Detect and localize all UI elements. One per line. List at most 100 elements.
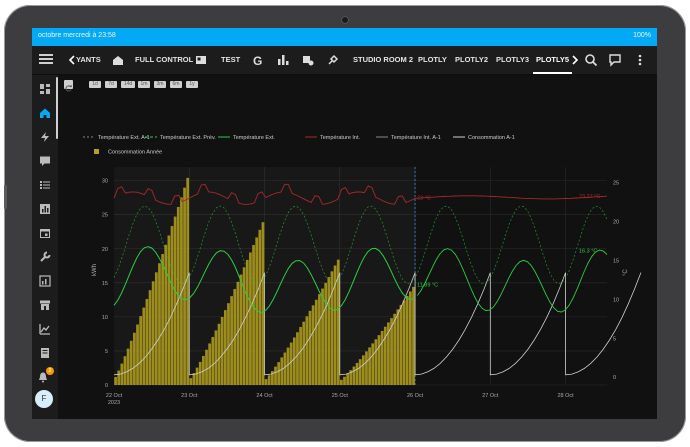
toolbar: YANTS FULL CONTROL TEST G STUDIO ROOM 2 …	[32, 46, 657, 75]
y2-tick-label: 10	[613, 297, 619, 303]
consumption-bar	[126, 348, 130, 385]
consumption-bar	[365, 351, 368, 385]
svg-text:G: G	[253, 54, 262, 66]
more-vertical-icon[interactable]	[633, 53, 647, 67]
assist-icon[interactable]	[608, 53, 622, 67]
tab-test[interactable]: TEST	[221, 46, 240, 74]
consumption-bar	[352, 366, 356, 385]
front-camera	[341, 16, 349, 24]
consumption-bar	[380, 330, 384, 385]
chevron-right-icon[interactable]	[571, 54, 579, 66]
house-icon[interactable]	[112, 54, 124, 66]
consumption-bar	[192, 373, 196, 385]
y2-tick-label: 0	[613, 375, 616, 381]
consumption-bar	[173, 216, 177, 385]
g-icon[interactable]: G	[252, 54, 264, 66]
consumption-bar	[283, 352, 287, 385]
y-tick-label: 10	[102, 315, 108, 321]
legend-swatch	[94, 149, 99, 154]
x-tick-label: 23 Oct	[181, 393, 198, 399]
satellite-icon[interactable]	[327, 54, 339, 66]
consumption-bar	[405, 295, 409, 385]
tablet-frame: octobre mercredi à 23:58 100% YANTS FULL…	[4, 5, 686, 442]
tab-full-control[interactable]: FULL CONTROL	[135, 46, 193, 74]
y-tick-label: 15	[102, 281, 108, 287]
annotation-temp-int: 23 °C	[417, 195, 431, 201]
tab-plotly3[interactable]: PLOTLY3	[496, 46, 529, 74]
consumption-bar	[393, 313, 397, 385]
lightning-icon[interactable]	[39, 131, 51, 143]
y2-axis-label: °C	[623, 269, 629, 276]
consumption-bar	[289, 342, 293, 385]
consumption-bar	[318, 294, 321, 385]
consumption-bar	[220, 317, 224, 385]
consumption-bar	[245, 259, 249, 385]
consumption-bar	[412, 286, 415, 385]
tab-plotly5[interactable]: PLOTLY5	[533, 46, 573, 74]
menu-icon[interactable]	[39, 52, 53, 66]
screen: octobre mercredi à 23:58 100% YANTS FULL…	[32, 28, 657, 419]
annotation-temp-ext-forecast: 16.3 °C	[579, 248, 597, 254]
tab-studio-room-2[interactable]: STUDIO ROOM 2	[353, 46, 413, 74]
y2-tick-label: 25	[613, 181, 619, 187]
consumption-bar	[361, 355, 365, 385]
y-axis-label: kWh	[92, 264, 98, 276]
legend-label: Consommation Année	[108, 150, 162, 156]
consumption-bar	[170, 226, 174, 385]
consumption-bar	[249, 252, 252, 385]
home-icon[interactable]	[39, 107, 51, 119]
consumption-bar	[274, 366, 277, 385]
devices-icon[interactable]	[302, 54, 314, 66]
consumption-bar	[139, 316, 143, 385]
y2-tick-label: 5	[613, 336, 616, 342]
list-icon[interactable]	[39, 179, 51, 191]
consumption-bar	[242, 267, 246, 385]
avatar[interactable]: F	[35, 390, 53, 408]
card-icon[interactable]	[195, 54, 207, 66]
consumption-bar	[330, 271, 334, 385]
consumption-bar	[189, 378, 193, 385]
consumption-bar	[227, 303, 230, 385]
search-icon[interactable]	[584, 53, 598, 67]
consumption-bar	[239, 274, 243, 385]
consumption-bar	[292, 337, 296, 385]
history-icon[interactable]	[39, 323, 51, 335]
consumption-bar	[217, 323, 221, 385]
message-icon[interactable]	[39, 155, 51, 167]
consumption-bar	[142, 307, 146, 385]
legend-label: Consommation A-1	[468, 135, 515, 141]
bar-chart-icon[interactable]	[277, 54, 289, 66]
consumption-bar	[343, 376, 346, 385]
logbook-icon[interactable]	[39, 347, 51, 359]
legend-label: Température Ext. Prév.	[160, 135, 216, 141]
x-tick-label: 25 Oct	[332, 393, 349, 399]
battery-level: 100%	[633, 32, 651, 39]
tab-plotly2[interactable]: PLOTLY2	[455, 46, 488, 74]
chart-box-icon[interactable]	[39, 203, 51, 215]
consumption-bar	[129, 340, 133, 385]
wrench-icon[interactable]	[39, 251, 51, 263]
consumption-bar	[261, 222, 265, 385]
tab-plotly[interactable]: PLOTLY	[418, 46, 447, 74]
consumption-bar	[133, 332, 136, 385]
consumption-bar	[346, 373, 350, 385]
consumption-bar	[145, 298, 149, 385]
y-tick-label: 30	[102, 179, 108, 185]
y-tick-label: 5	[105, 349, 108, 355]
consumption-bar	[205, 349, 208, 385]
x-tick-label: 27 Oct	[482, 393, 499, 399]
side-button	[4, 185, 7, 209]
consumption-bar	[195, 367, 199, 385]
energy-icon[interactable]	[39, 275, 51, 287]
x-tick-label: 28 Oct	[558, 393, 575, 399]
chart[interactable]: Température Ext. A-1 Température Ext. Pré…	[58, 75, 657, 419]
consumption-bar	[321, 288, 324, 385]
calendar-icon[interactable]	[39, 227, 51, 239]
tab-yants[interactable]: YANTS	[76, 46, 101, 74]
legend-label: Température Int.	[320, 135, 361, 141]
consumption-bar	[286, 347, 290, 385]
consumption-bar	[302, 321, 306, 385]
store-icon[interactable]	[39, 299, 51, 311]
chevron-left-icon[interactable]	[68, 54, 76, 66]
dashboard-icon[interactable]	[39, 83, 51, 95]
